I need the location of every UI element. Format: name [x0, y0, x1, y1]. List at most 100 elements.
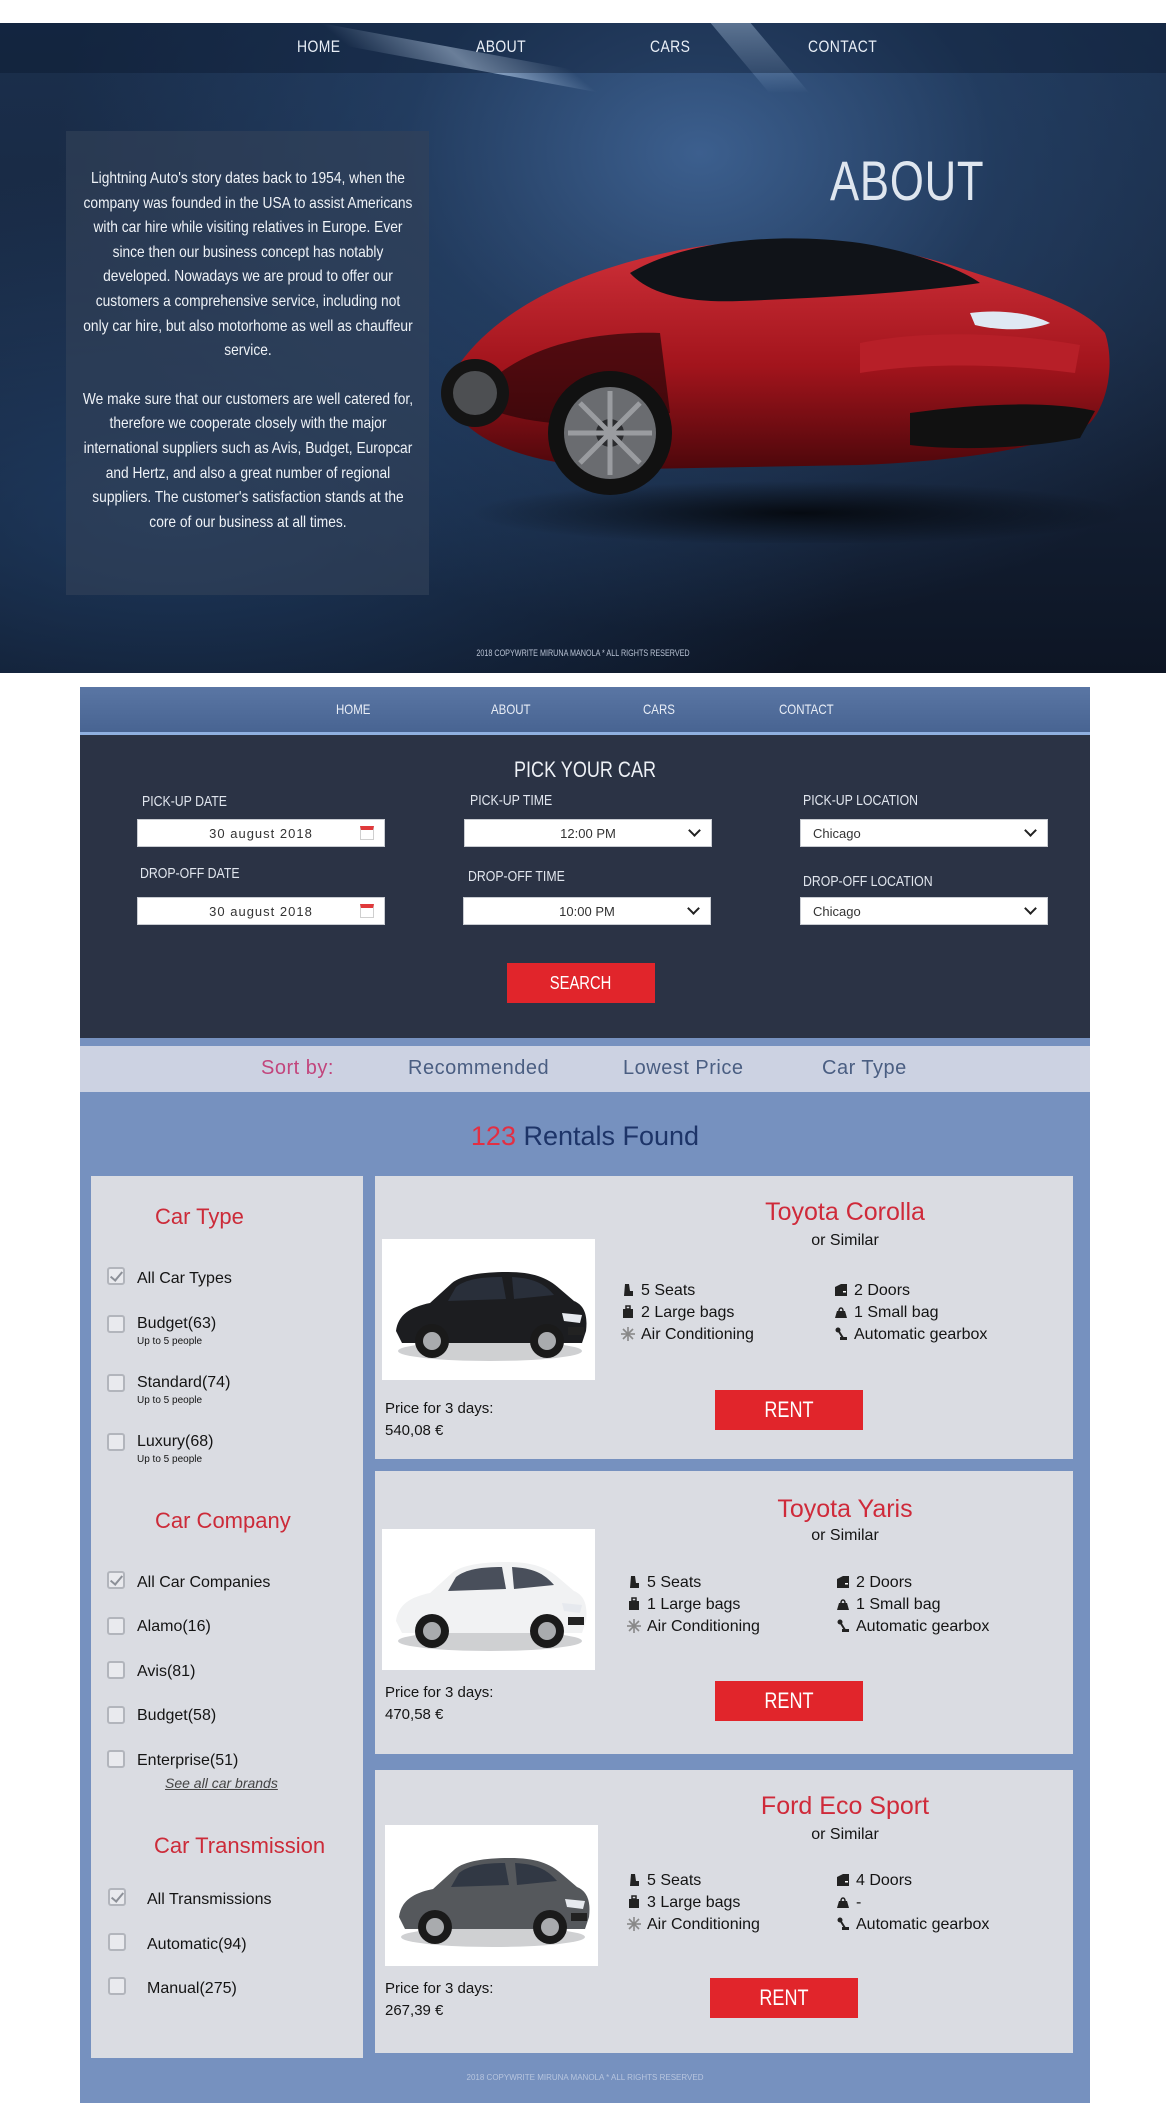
car-similar: or Similar: [811, 1232, 879, 1249]
copyright: 2018 COPYWRITE MIRUNA MANOLA * ALL RIGHT…: [466, 2073, 704, 2082]
seat-icon: [627, 1575, 641, 1589]
dropoff-location-select[interactable]: Chicago: [800, 897, 1048, 925]
filter-option: Enterprise(51): [137, 1752, 239, 1769]
nav-contact[interactable]: CONTACT: [808, 37, 877, 57]
car-image: [396, 1562, 587, 1651]
car-image: [396, 1272, 587, 1361]
gear-shift-icon: [836, 1619, 850, 1633]
sort-car-type[interactable]: Car Type: [822, 1057, 907, 1080]
spec-doors: 2 Doors: [834, 1282, 910, 1300]
rent-button[interactable]: RENT: [715, 1681, 863, 1721]
checkbox-enterprise[interactable]: [107, 1750, 125, 1768]
dropoff-date-label: DROP-OFF DATE: [140, 865, 240, 882]
snowflake-icon: [621, 1327, 635, 1341]
car-image: [399, 1858, 590, 1947]
luggage-icon: [621, 1305, 635, 1319]
price-label: Price for 3 days:: [385, 1980, 494, 1997]
pickup-date-field[interactable]: 30 august 2018: [137, 819, 385, 847]
nav-cars[interactable]: CARS: [650, 37, 690, 57]
nav-home[interactable]: HOME: [297, 37, 340, 57]
about-hero: HOME ABOUT CARS CONTACT ABOUT Lightning …: [0, 23, 1166, 673]
spec-gearbox: Automatic gearbox: [836, 1916, 989, 1934]
checkbox-automatic[interactable]: [108, 1933, 126, 1951]
calendar-icon[interactable]: [360, 826, 374, 840]
car-name: Ford Eco Sport: [760, 1792, 930, 1820]
spec-gearbox: Automatic gearbox: [834, 1326, 987, 1344]
filter-option: Avis(81): [137, 1663, 196, 1680]
pickup-time-select[interactable]: 12:00 PM: [464, 819, 712, 847]
spec-seats: 5 Seats: [627, 1872, 701, 1890]
pick-car-form: PICK YOUR CAR PICK-UP DATE 30 august 201…: [80, 735, 1090, 1038]
nav-cars[interactable]: CARS: [643, 701, 675, 717]
form-title: PICK YOUR CAR: [513, 757, 657, 782]
sort-recommended[interactable]: Recommended: [408, 1057, 549, 1080]
spec-bags: 2 Large bags: [621, 1304, 734, 1322]
red-sports-car-image: [441, 238, 1120, 543]
checkbox-luxury[interactable]: [107, 1433, 125, 1451]
rent-button[interactable]: RENT: [710, 1978, 858, 2018]
search-button[interactable]: SEARCH: [507, 963, 655, 1003]
filter-heading-car-company: Car Company: [155, 1508, 291, 1533]
checkbox-standard[interactable]: [107, 1374, 125, 1392]
nav-home[interactable]: HOME: [336, 701, 370, 717]
filter-option: Alamo(16): [137, 1618, 211, 1635]
about-text-panel: Lightning Auto's story dates back to 195…: [66, 131, 429, 595]
filter-option: Luxury(68): [137, 1433, 214, 1450]
checkbox-manual[interactable]: [108, 1977, 126, 1995]
dropoff-location-label: DROP-OFF LOCATION: [803, 873, 933, 890]
checkbox-budget-company[interactable]: [107, 1706, 125, 1724]
see-all-brands-link[interactable]: See all car brands: [165, 1775, 278, 1791]
pickup-location-select[interactable]: Chicago: [800, 819, 1048, 847]
checkbox-all-car-types[interactable]: [107, 1267, 125, 1285]
spec-doors: 2 Doors: [836, 1574, 912, 1592]
car-similar: or Similar: [811, 1826, 879, 1843]
dropoff-time-label: DROP-OFF TIME: [468, 868, 565, 885]
rent-button[interactable]: RENT: [715, 1390, 863, 1430]
price-label: Price for 3 days:: [385, 1684, 494, 1701]
checkbox-budget[interactable]: [107, 1315, 125, 1333]
page-title: ABOUT: [830, 149, 985, 212]
checkbox-all-companies[interactable]: [107, 1571, 125, 1589]
checkbox-avis[interactable]: [107, 1661, 125, 1679]
car-card: Toyota Yaris or Similar 5 Seats 1 Large …: [375, 1471, 1073, 1754]
hero-nav: HOME ABOUT CARS CONTACT: [0, 23, 1166, 73]
nav-contact[interactable]: CONTACT: [779, 701, 834, 717]
spec-bags: 1 Large bags: [627, 1596, 740, 1614]
filter-option: Budget(58): [137, 1707, 217, 1724]
price-label: Price for 3 days:: [385, 1400, 494, 1417]
gear-shift-icon: [834, 1327, 848, 1341]
car-name: Toyota Corolla: [765, 1198, 925, 1226]
sort-lowest-price[interactable]: Lowest Price: [623, 1057, 744, 1080]
filter-option: Automatic(94): [147, 1936, 247, 1953]
filter-heading-transmission: Car Transmission: [154, 1833, 326, 1858]
spec-doors: 4 Doors: [836, 1872, 912, 1890]
price-value: 470,58 €: [385, 1706, 444, 1723]
luggage-icon: [627, 1597, 641, 1611]
calendar-icon[interactable]: [360, 904, 374, 918]
nav-about[interactable]: ABOUT: [491, 701, 531, 717]
dropoff-date-field[interactable]: 30 august 2018: [137, 897, 385, 925]
checkbox-all-transmissions[interactable]: [108, 1888, 126, 1906]
spec-small-bag: 1 Small bag: [834, 1304, 939, 1322]
nav-about[interactable]: ABOUT: [476, 37, 526, 57]
seat-icon: [621, 1283, 635, 1297]
car-photo: [382, 1239, 595, 1380]
filter-sub: Up to 5 people: [137, 1336, 203, 1347]
car-name: Toyota Yaris: [777, 1495, 913, 1523]
filter-sub: Up to 5 people: [137, 1395, 203, 1406]
checkbox-alamo[interactable]: [107, 1617, 125, 1635]
door-icon: [836, 1575, 850, 1589]
filter-heading-car-type: Car Type: [155, 1204, 244, 1229]
pickup-date-label: PICK-UP DATE: [142, 793, 227, 810]
spec-small-bag: -: [836, 1894, 861, 1912]
door-icon: [836, 1873, 850, 1887]
filter-sub: Up to 5 people: [137, 1454, 203, 1465]
price-value: 267,39 €: [385, 2002, 444, 2019]
pickup-time-label: PICK-UP TIME: [470, 792, 553, 809]
rental-nav: HOME ABOUT CARS CONTACT: [80, 687, 1090, 735]
filters-sidebar: Car Type All Car Types Budget(63) Up to …: [91, 1176, 363, 2058]
spec-ac: Air Conditioning: [627, 1916, 760, 1934]
seat-icon: [627, 1873, 641, 1887]
gear-shift-icon: [836, 1917, 850, 1931]
dropoff-time-select[interactable]: 10:00 PM: [463, 897, 711, 925]
